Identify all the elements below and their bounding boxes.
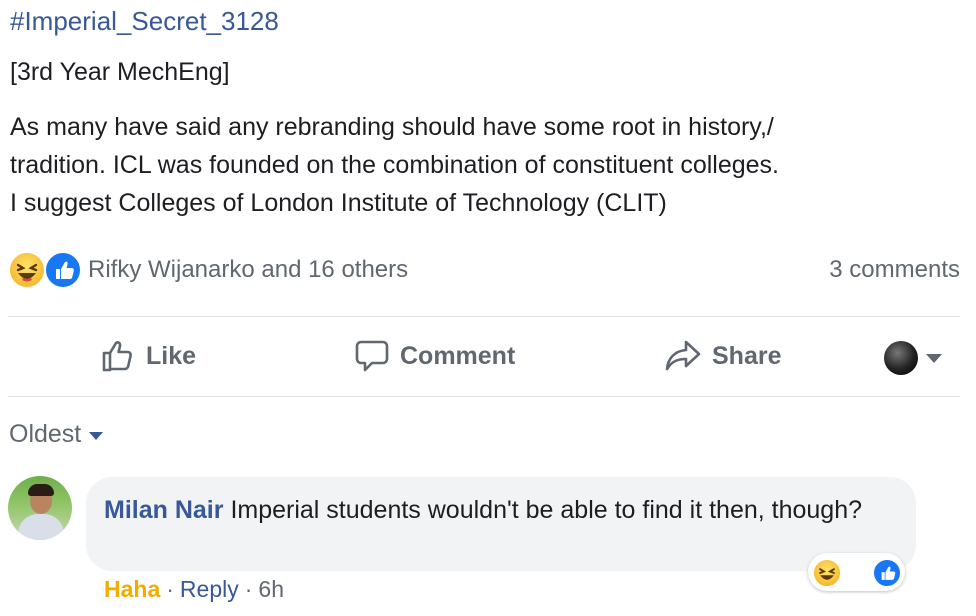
comment-text: Imperial students wouldn't be able to fi… — [230, 496, 863, 524]
post-actions-bar: Like Comment Share — [8, 318, 960, 396]
post-body-line: tradition. ICL was founded on the combin… — [10, 151, 779, 179]
comment-meta: Haha · Reply · 6h — [104, 576, 284, 603]
post-body-line: I suggest Colleges of London Institute o… — [10, 189, 667, 217]
divider — [8, 396, 960, 397]
reactions-summary-row: Rifky Wijanarko and 16 others 3 comments — [8, 250, 960, 292]
comment-sort-label: Oldest — [9, 420, 82, 448]
haha-icon — [8, 251, 46, 289]
divider — [8, 316, 960, 317]
post-body-line: As many have said any rebranding should … — [10, 113, 774, 141]
reaction-icons[interactable] — [8, 250, 84, 290]
page-avatar — [884, 341, 918, 375]
comment-timestamp[interactable]: 6h — [258, 576, 284, 603]
speech-bubble-icon — [354, 338, 390, 374]
post-hashtag-link[interactable]: #Imperial_Secret_3128 — [10, 6, 279, 37]
haha-reaction-button[interactable]: Haha — [104, 576, 160, 603]
comment-button-label: Comment — [400, 341, 516, 370]
comment-button[interactable]: Comment — [354, 336, 515, 376]
meta-separator: · — [166, 576, 174, 602]
chevron-down-icon — [926, 353, 942, 363]
share-button[interactable]: Share — [664, 336, 781, 376]
share-button-label: Share — [712, 341, 782, 370]
share-arrow-icon — [664, 338, 702, 374]
haha-icon — [812, 558, 842, 588]
post-tag-line: [3rd Year MechEng] — [10, 58, 230, 86]
like-button[interactable]: Like — [100, 336, 196, 376]
comment-bubble: Milan Nair Imperial students wouldn't be… — [86, 477, 916, 571]
reactors-link[interactable]: Rifky Wijanarko and 16 others — [88, 256, 408, 284]
reply-button[interactable]: Reply — [180, 576, 239, 603]
like-icon — [44, 251, 82, 289]
comment-reactions-badge[interactable]: 10 — [808, 553, 906, 591]
like-button-label: Like — [146, 341, 197, 370]
commenter-avatar[interactable] — [8, 476, 72, 540]
audience-selector[interactable] — [884, 338, 942, 378]
thumbs-up-icon — [100, 338, 136, 374]
comment-sort-dropdown[interactable]: Oldest — [9, 420, 104, 449]
meta-separator: · — [244, 576, 253, 602]
comment-author-link[interactable]: Milan Nair — [104, 496, 223, 524]
like-icon — [872, 558, 902, 588]
chevron-down-icon — [89, 431, 104, 440]
post-body: As many have said any rebranding should … — [10, 108, 960, 222]
comments-count-link[interactable]: 3 comments — [829, 256, 960, 284]
